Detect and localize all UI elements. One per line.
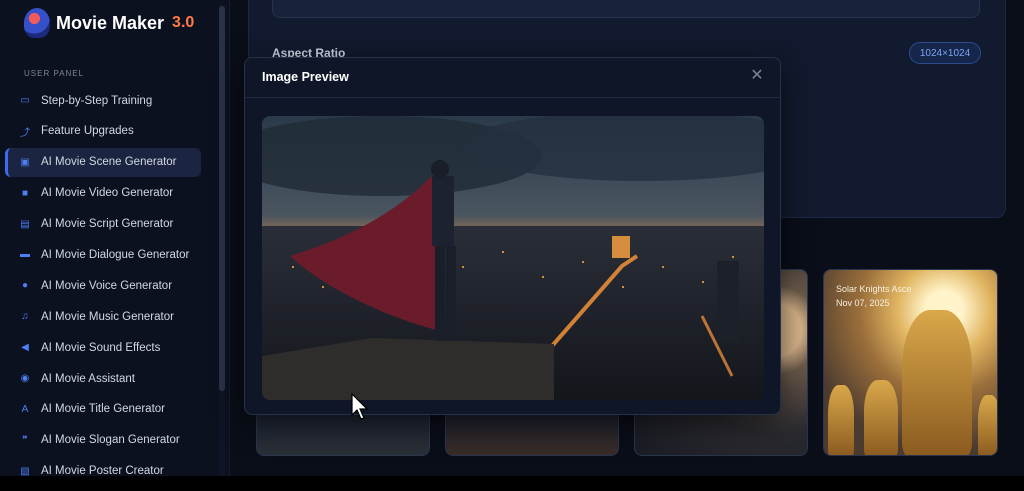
sidebar-item[interactable]: ❞ AI Movie Slogan Generator	[5, 426, 201, 455]
sidebar-item[interactable]: ▣ AI Movie Scene Generator	[5, 147, 201, 177]
sidebar-item-label: AI Movie Slogan Generator	[41, 434, 180, 447]
sidebar-item[interactable]: ◀ AI Movie Sound Effects	[5, 333, 201, 362]
modal-header: Image Preview ✕	[245, 58, 780, 98]
sidebar-item-label: AI Movie Scene Generator	[41, 156, 177, 169]
logo-icon	[24, 8, 50, 38]
sidebar-scrollbar-thumb[interactable]	[219, 6, 225, 391]
modal-title: Image Preview	[262, 70, 349, 84]
sidebar-item[interactable]: ■ AI Movie Video Generator	[5, 179, 201, 208]
sidebar-item-label: Step-by-Step Training	[41, 94, 153, 107]
sidebar-item-label: AI Movie Video Generator	[41, 187, 174, 200]
sidebar-item[interactable]: ▬ AI Movie Dialogue Generator	[5, 240, 201, 269]
sidebar-item[interactable]: ⤴ Feature Upgrades	[5, 117, 201, 146]
script-icon: ▤	[20, 218, 30, 230]
app-name: Movie Maker	[56, 12, 165, 33]
section-label: USER PANEL	[24, 69, 85, 78]
gallery-card-title: Solar Knights Asce	[836, 284, 912, 294]
sidebar-item-label: AI Movie Dialogue Generator	[41, 248, 190, 261]
sidebar-item-label: AI Movie Music Generator	[41, 310, 174, 323]
gallery-card-4[interactable]: Solar Knights Asce Nov 07, 2025	[823, 269, 998, 456]
sidebar-item-label: AI Movie Sound Effects	[41, 341, 161, 354]
sidebar-item[interactable]: ◉ AI Movie Assistant	[5, 364, 201, 393]
knight-figure	[864, 380, 898, 455]
sidebar: Movie Maker 3.0 USER PANEL ▭ Step-by-Step…	[0, 0, 230, 491]
image-preview-modal: Image Preview ✕	[244, 57, 781, 415]
preview-image	[262, 116, 764, 400]
sidebar-item-label: AI Movie Voice Generator	[41, 279, 173, 292]
sidebar-item[interactable]: ▭ Step-by-Step Training	[5, 86, 201, 115]
knight-figure	[828, 385, 854, 455]
gallery-card-date: Nov 07, 2025	[836, 298, 890, 308]
sidebar-item-label: Feature Upgrades	[41, 125, 134, 138]
gallery-card-2[interactable]	[445, 410, 619, 456]
dialogue-icon: ▬	[20, 249, 30, 261]
brand[interactable]: Movie Maker 3.0	[24, 8, 194, 38]
upgrade-icon: ⤴	[20, 127, 30, 139]
superhero-city-image	[262, 116, 764, 400]
app-version: 3.0	[172, 14, 195, 31]
sidebar-item-label: AI Movie Assistant	[41, 372, 135, 385]
close-icon[interactable]: ✕	[748, 67, 766, 85]
sidebar-item-label: AI Movie Script Generator	[41, 218, 174, 231]
mouse-cursor-icon	[351, 393, 369, 420]
microphone-icon: ●	[21, 280, 29, 292]
prompt-input[interactable]	[272, 0, 980, 18]
sidebar-item[interactable]: ▤ AI Movie Script Generator	[5, 210, 201, 239]
assistant-icon: ◉	[20, 373, 30, 385]
quote-icon: ❞	[22, 434, 28, 446]
music-icon: ♫	[21, 311, 29, 323]
knight-figure	[978, 395, 997, 455]
speaker-icon: ◀	[21, 342, 29, 354]
training-icon: ▭	[20, 95, 30, 106]
knight-figure	[902, 310, 972, 455]
sidebar-item[interactable]: A AI Movie Title Generator	[5, 395, 201, 424]
sidebar-item[interactable]: ♫ AI Movie Music Generator	[5, 302, 201, 331]
video-icon: ■	[21, 187, 29, 199]
scene-icon: ▣	[20, 156, 30, 168]
size-badge[interactable]: 1024×1024	[909, 42, 981, 64]
title-icon: A	[21, 403, 29, 415]
bottom-bar	[0, 476, 1024, 491]
sidebar-item[interactable]: ● AI Movie Voice Generator	[5, 271, 201, 300]
gallery-card-1[interactable]	[256, 410, 430, 456]
sidebar-nav: ▭ Step-by-Step Training ⤴ Feature Upgrades ▣…	[5, 86, 201, 488]
sidebar-item-label: AI Movie Title Generator	[41, 403, 165, 416]
